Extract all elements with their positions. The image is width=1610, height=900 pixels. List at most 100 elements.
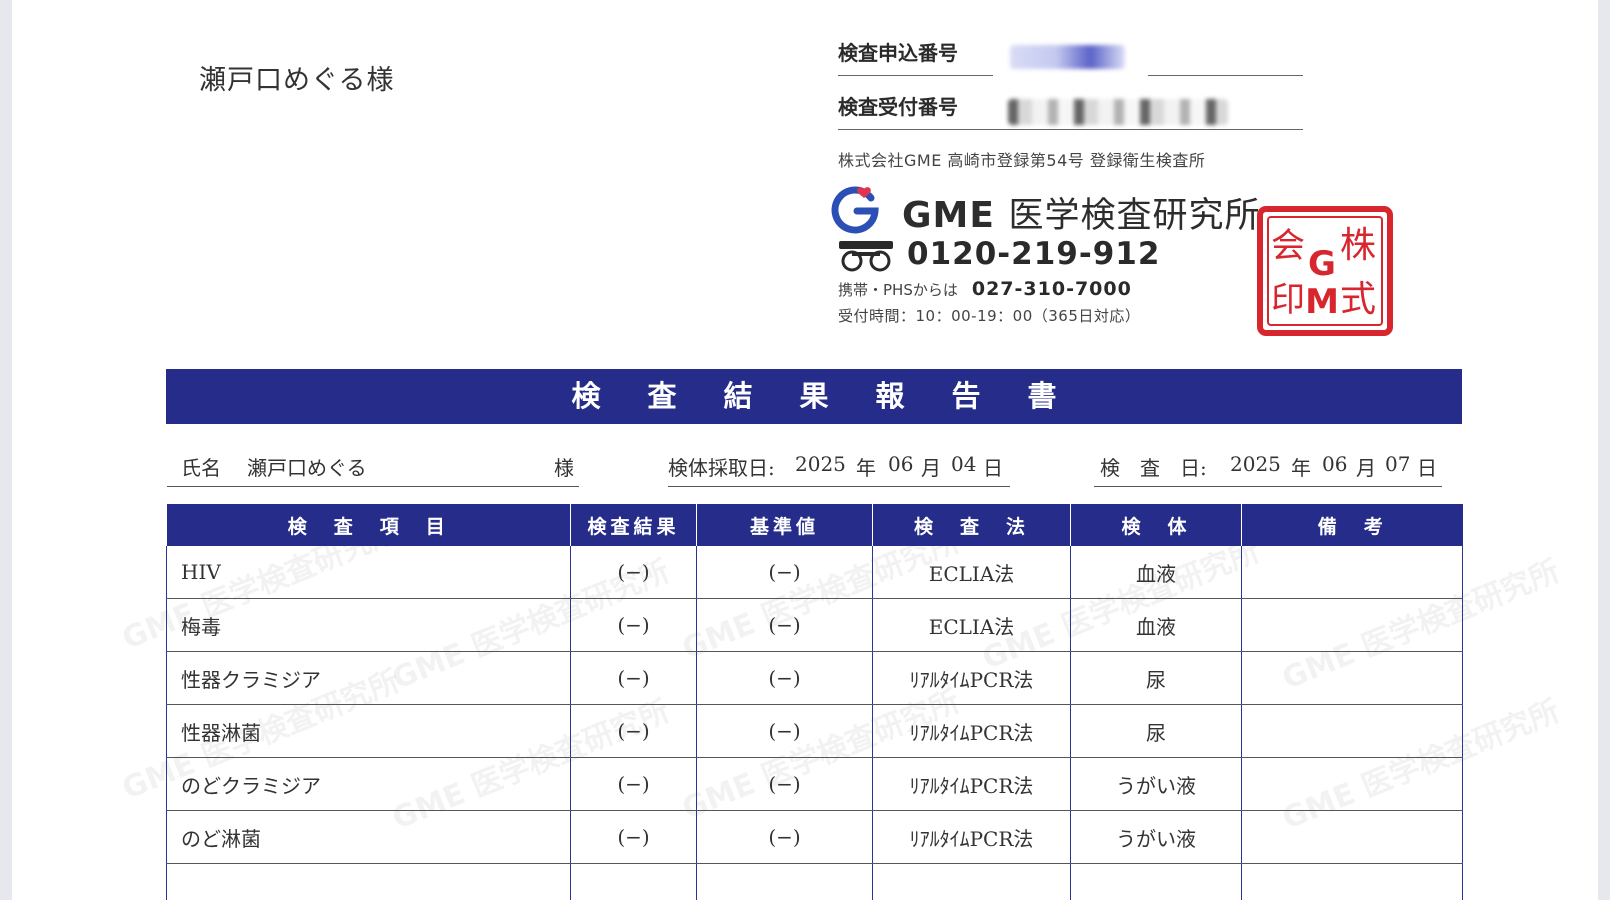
reference-cell: (−) (696, 810, 873, 864)
reference-cell: (−) (696, 651, 873, 705)
name-label: 氏名 (181, 456, 221, 480)
remarks-cell (1241, 651, 1463, 705)
remarks-cell (1241, 598, 1463, 652)
test-item-cell: 性器淋菌 (166, 704, 571, 758)
reference-cell: (−) (696, 704, 873, 758)
divider (1148, 75, 1303, 76)
method-cell: ECLIA法 (872, 598, 1071, 652)
table-row: のどクラミジア (−) (−) ﾘｱﾙﾀｲﾑPCR法 うがい液 (166, 757, 1463, 811)
method-cell (872, 863, 1071, 900)
results-table: 検 査 項 目 検査結果 基準値 検 査 法 検 体 備 考 HIV (−) (… (166, 504, 1463, 900)
test-item-cell (166, 863, 571, 900)
report-page: GME 医学検査研究所 GME 医学検査研究所 GME 医学検査研究所 GME … (12, 0, 1598, 900)
specimen-cell: 血液 (1070, 598, 1242, 652)
test-item-cell: のどクラミジア (166, 757, 571, 811)
remarks-cell (1241, 863, 1463, 900)
reference-cell: (−) (696, 757, 873, 811)
addressee-name: 瀬戸口めぐる様 (199, 65, 395, 96)
report-title: 検査結果報告書 (166, 369, 1462, 424)
test-item-cell: 梅毒 (166, 598, 571, 652)
table-header-row: 検 査 項 目 検査結果 基準値 検 査 法 検 体 備 考 (166, 504, 1463, 546)
svg-text:会: 会 (1271, 226, 1305, 266)
mobile-number: 027-310-7000 (971, 278, 1132, 300)
free-dial-icon (839, 241, 893, 272)
receipt-number-row: 検査受付番号 (838, 91, 1303, 141)
test-year: 2025 (1230, 452, 1281, 476)
method-cell: ﾘｱﾙﾀｲﾑPCR法 (872, 810, 1071, 864)
receipt-number-label: 検査受付番号 (838, 95, 958, 119)
test-month: 06 (1322, 452, 1348, 476)
specimen-cell (1070, 863, 1242, 900)
reference-cell (696, 863, 873, 900)
application-number-row: 検査申込番号 (838, 37, 1303, 87)
sample-date-field: 検体採取日: 2025 年 06 月 04 日 (668, 446, 1010, 487)
result-cell (570, 863, 697, 900)
header-reference-value: 基準値 (696, 504, 873, 546)
svg-text:印: 印 (1271, 280, 1305, 320)
svg-text:式: 式 (1340, 279, 1376, 320)
logo-brand: GME (902, 195, 995, 236)
method-cell: ﾘｱﾙﾀｲﾑPCR法 (872, 757, 1071, 811)
test-date-label: 検 査 日: (1100, 456, 1207, 480)
toll-free-number: 0120-219-912 (907, 236, 1161, 272)
svg-text:株: 株 (1340, 225, 1376, 266)
result-cell: (−) (570, 546, 697, 599)
table-row: のど淋菌 (−) (−) ﾘｱﾙﾀｲﾑPCR法 うがい液 (166, 810, 1463, 864)
test-item-cell: のど淋菌 (166, 810, 571, 864)
redacted-value (1010, 45, 1125, 69)
company-logo-text: GME 医学検査研究所 (902, 187, 1261, 238)
remarks-cell (1241, 810, 1463, 864)
reception-hours: 受付時間：10：00-19：00（365日対応） (838, 307, 1141, 325)
result-cell: (−) (570, 598, 697, 652)
company-registration: 株式会社GME 高崎市登録第54号 登録衛生検査所 (838, 151, 1206, 170)
result-cell: (−) (570, 810, 697, 864)
remarks-cell (1241, 546, 1463, 599)
method-cell: ECLIA法 (872, 546, 1071, 599)
gme-logo-icon (831, 186, 879, 234)
reference-cell: (−) (696, 546, 873, 599)
result-cell: (−) (570, 704, 697, 758)
reference-cell: (−) (696, 598, 873, 652)
month-unit: 月 (921, 456, 941, 480)
test-item-cell: HIV (166, 546, 571, 599)
day-unit: 日 (1417, 456, 1437, 480)
specimen-cell: うがい液 (1070, 810, 1242, 864)
header-specimen: 検 体 (1070, 504, 1242, 546)
company-seal-stamp: 株 式 G M 会 印 (1257, 206, 1393, 336)
test-date-field: 検 査 日: 2025 年 06 月 07 日 (1094, 446, 1442, 487)
specimen-cell: 血液 (1070, 546, 1242, 599)
logo-lab-name: 医学検査研究所 (1008, 196, 1261, 236)
svg-text:M: M (1305, 282, 1339, 322)
svg-text:G: G (1308, 244, 1336, 284)
specimen-cell: 尿 (1070, 704, 1242, 758)
day-unit: 日 (983, 456, 1003, 480)
month-unit: 月 (1356, 456, 1376, 480)
patient-name: 瀬戸口めぐる (247, 456, 367, 480)
remarks-cell (1241, 704, 1463, 758)
test-day: 07 (1385, 452, 1411, 476)
year-unit: 年 (856, 456, 876, 480)
header-test-item: 検 査 項 目 (166, 504, 571, 546)
table-row: 性器淋菌 (−) (−) ﾘｱﾙﾀｲﾑPCR法 尿 (166, 704, 1463, 758)
sample-day: 04 (951, 452, 977, 476)
application-number-label: 検査申込番号 (838, 41, 958, 65)
header-remarks: 備 考 (1241, 504, 1463, 546)
sample-year: 2025 (795, 452, 846, 476)
table-row: 梅毒 (−) (−) ECLIA法 血液 (166, 598, 1463, 652)
header-method: 検 査 法 (872, 504, 1071, 546)
table-row (166, 863, 1463, 900)
result-cell: (−) (570, 651, 697, 705)
test-item-cell: 性器クラミジア (166, 651, 571, 705)
table-row: HIV (−) (−) ECLIA法 血液 (166, 546, 1463, 599)
mobile-contact: 携帯・PHSからは 027-310-7000 (838, 278, 1132, 300)
table-row: 性器クラミジア (−) (−) ﾘｱﾙﾀｲﾑPCR法 尿 (166, 651, 1463, 705)
result-cell: (−) (570, 757, 697, 811)
name-suffix: 様 (554, 456, 574, 480)
divider (838, 129, 1303, 130)
divider (838, 75, 993, 76)
year-unit: 年 (1291, 456, 1311, 480)
method-cell: ﾘｱﾙﾀｲﾑPCR法 (872, 704, 1071, 758)
sample-date-label: 検体採取日: (668, 456, 775, 480)
header-result: 検査結果 (570, 504, 697, 546)
patient-name-field: 氏名 瀬戸口めぐる 様 (167, 446, 579, 487)
